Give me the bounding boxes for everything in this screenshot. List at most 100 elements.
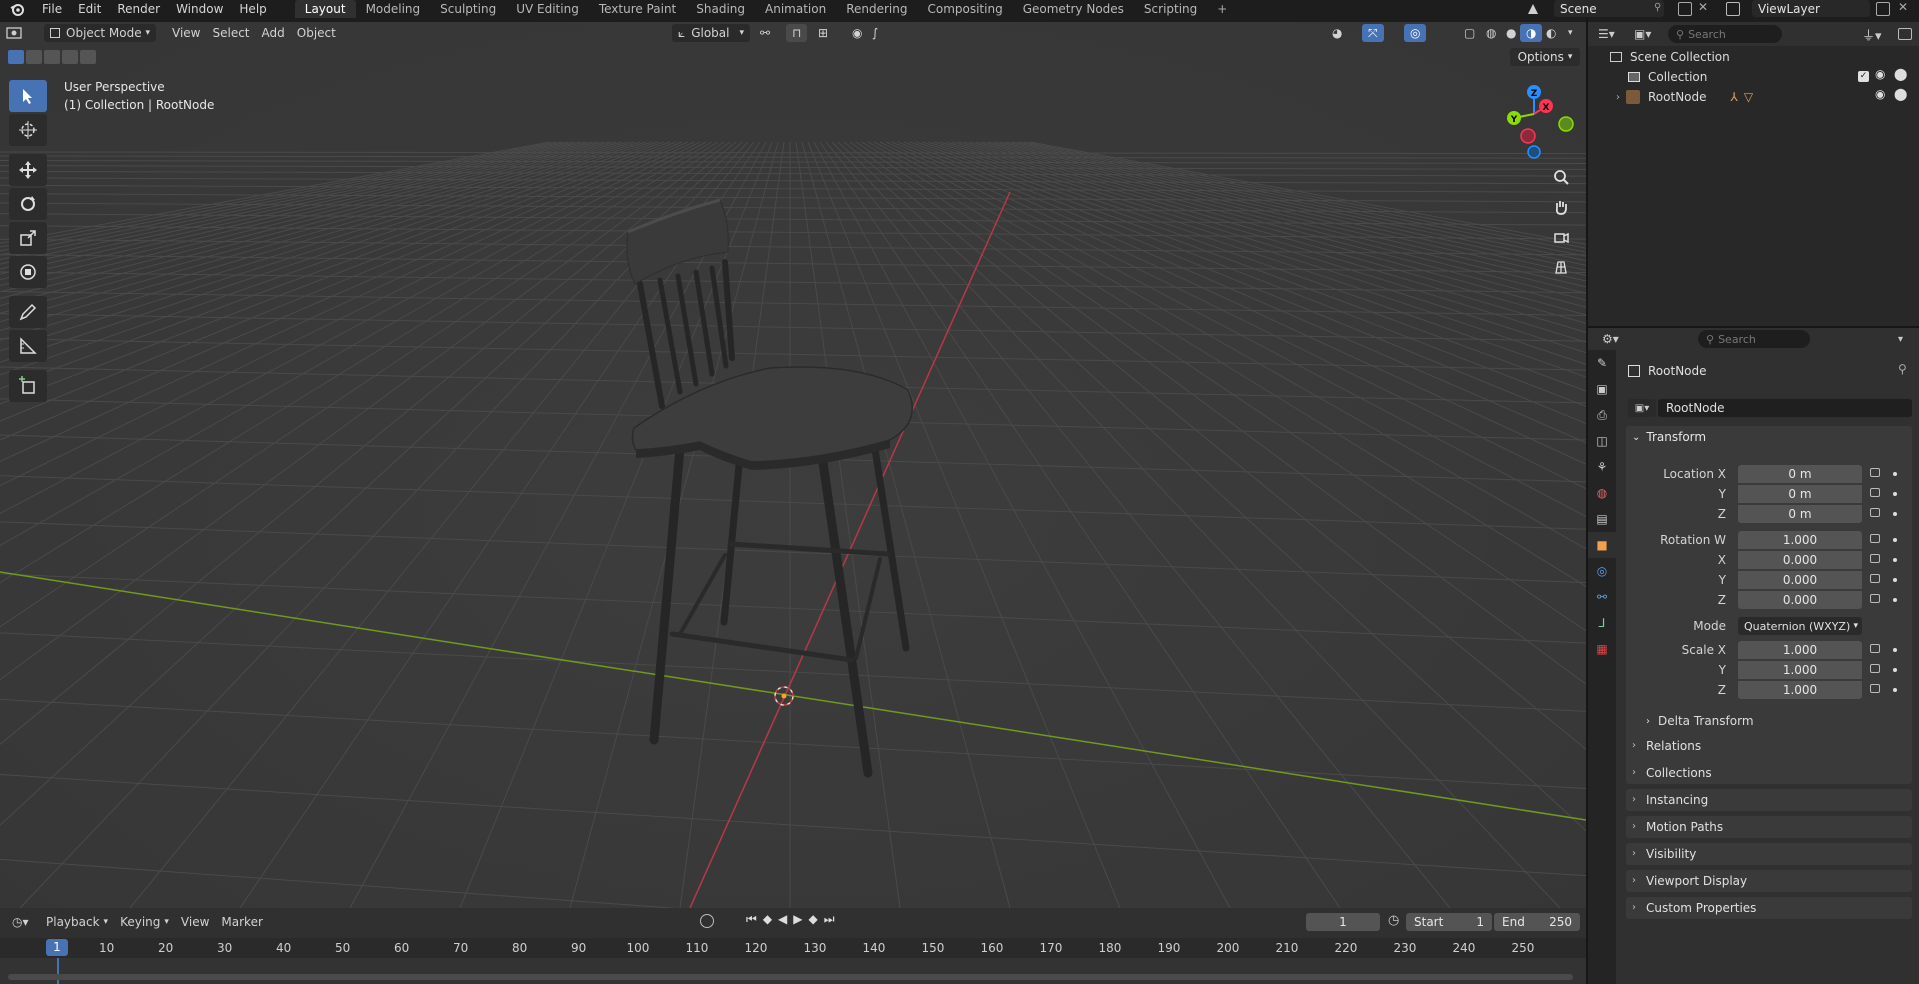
texture-tab-icon[interactable]: ▦ [1588, 636, 1616, 662]
collection-render-icon[interactable]: ⬤ [1894, 67, 1907, 81]
menu-edit[interactable]: Edit [70, 0, 109, 18]
tool-tab-icon[interactable]: ✎ [1588, 350, 1616, 376]
transform-orientation-selector[interactable]: ⟀ Global ▾ [672, 24, 750, 42]
navigation-gizmo[interactable]: Z X Y [1490, 80, 1580, 160]
rootnode-render-icon[interactable]: ⬤ [1894, 87, 1907, 101]
collection-checkbox[interactable]: ✓ [1858, 71, 1869, 82]
lock-icon[interactable] [1870, 508, 1880, 517]
delete-view-layer-icon[interactable]: ✕ [1898, 0, 1908, 14]
keyframe-dot-icon[interactable] [1893, 512, 1897, 516]
location-y-field[interactable]: 0 m [1738, 485, 1862, 503]
area-divider-horizontal[interactable] [1588, 326, 1919, 328]
physics-tab-icon[interactable]: ◎ [1588, 558, 1616, 584]
rotation-w-field[interactable]: 1.000 [1738, 531, 1862, 549]
snap-target-icon[interactable]: ⊞ [812, 23, 834, 43]
scale-z-field[interactable]: 1.000 [1738, 681, 1862, 699]
transform-tool[interactable] [9, 256, 47, 288]
lock-icon[interactable] [1870, 488, 1880, 497]
filter-icon[interactable]: ⏚▾ [1862, 25, 1882, 44]
object-tab-icon[interactable]: ■ [1588, 532, 1616, 558]
tab-modeling[interactable]: Modeling [356, 0, 431, 18]
outliner-row-rootnode[interactable]: › RootNode ⅄ ▽ [1616, 88, 1753, 106]
rotation-z-field[interactable]: 0.000 [1738, 591, 1862, 609]
data-tab-icon[interactable]: ⅃ [1588, 610, 1616, 636]
overlay-toggle-icon[interactable]: ◎ [1404, 24, 1427, 42]
panel-viewport-display[interactable]: › Viewport Display [1626, 870, 1912, 892]
gizmo-toggle-icon[interactable]: ⤧ [1362, 24, 1384, 42]
add-workspace-button[interactable]: + [1207, 0, 1237, 18]
jump-end-icon[interactable]: ⏭ [824, 912, 835, 927]
menu-window[interactable]: Window [168, 0, 231, 18]
auto-keying-icon[interactable] [700, 914, 714, 928]
preview-range-icon[interactable]: ◷ [1388, 913, 1399, 928]
3d-viewport[interactable]: Object Mode ▾ View Select Add Object ⟀ G… [0, 22, 1586, 908]
scene-selector[interactable]: Scene [1554, 0, 1664, 17]
jump-prev-keyframe-icon[interactable]: ◆ [763, 912, 772, 927]
area-divider-vertical[interactable] [1586, 18, 1588, 984]
xray-icon[interactable]: ▢ [1458, 23, 1481, 43]
properties-editor-type-icon[interactable]: ⚙▾ [1602, 332, 1619, 346]
menu-playback[interactable]: Playback ▾ [40, 912, 114, 932]
blender-logo-icon[interactable] [0, 0, 34, 18]
world-tab-icon[interactable]: ◍ [1588, 480, 1616, 506]
new-view-layer-icon[interactable] [1876, 2, 1890, 16]
keyframe-dot-icon[interactable] [1893, 598, 1897, 602]
measure-tool[interactable] [9, 330, 47, 362]
scene-icon[interactable] [1526, 2, 1540, 16]
tab-animation[interactable]: Animation [755, 0, 836, 18]
tab-shading[interactable]: Shading [686, 0, 755, 18]
location-x-field[interactable]: 0 m [1738, 465, 1862, 483]
transform-panel-header[interactable]: ⌄ Transform [1626, 426, 1912, 448]
keyframe-dot-icon[interactable] [1893, 472, 1897, 476]
view-layer-selector[interactable]: ViewLayer [1752, 0, 1870, 17]
menu-help[interactable]: Help [231, 0, 274, 18]
jump-next-keyframe-icon[interactable]: ◆ [809, 912, 818, 927]
editor-type-icon[interactable] [0, 23, 40, 43]
menu-timeline-view[interactable]: View [175, 912, 215, 932]
menu-render[interactable]: Render [109, 0, 168, 18]
select-extend-icon[interactable] [26, 50, 42, 64]
end-frame-field[interactable]: End 250 [1494, 913, 1580, 931]
start-frame-field[interactable]: Start 1 [1406, 913, 1492, 931]
menu-add[interactable]: Add [256, 23, 291, 43]
new-scene-icon[interactable] [1678, 2, 1692, 16]
collection-tab-icon[interactable]: ▤ [1588, 506, 1616, 532]
panel-instancing[interactable]: › Instancing [1626, 789, 1912, 811]
select-box-tool[interactable] [9, 80, 47, 112]
keyframe-dot-icon[interactable] [1893, 492, 1897, 496]
tab-compositing[interactable]: Compositing [917, 0, 1012, 18]
shading-options-icon[interactable]: ▾ [1562, 23, 1579, 43]
menu-object[interactable]: Object [291, 23, 342, 43]
lock-icon[interactable] [1870, 468, 1880, 477]
annotate-tool[interactable] [9, 296, 47, 328]
outliner-search-field[interactable]: ⚲ Search [1668, 25, 1782, 43]
properties-search-field[interactable]: ⚲ Search [1698, 330, 1810, 348]
camera-view-icon[interactable] [1546, 222, 1576, 252]
panel-relations[interactable]: › Relations [1626, 735, 1912, 757]
view-layer-icon[interactable] [1726, 2, 1740, 16]
frame-ruler[interactable]: 1 10 20 30 40 50 60 70 80 90 100 110 120 130 140 150 16… [0, 938, 1586, 958]
lock-icon[interactable] [1870, 594, 1880, 603]
lock-icon[interactable] [1870, 684, 1880, 693]
menu-file[interactable]: File [34, 0, 70, 18]
tab-texture-paint[interactable]: Texture Paint [589, 0, 686, 18]
object-name-field[interactable]: RootNode [1658, 399, 1912, 417]
object-type-selector[interactable]: ▣▾ [1628, 399, 1656, 417]
rotation-x-field[interactable]: 0.000 [1738, 551, 1862, 569]
timeline-track[interactable] [0, 958, 1586, 984]
menu-marker[interactable]: Marker [215, 912, 268, 932]
collection-visibility-icon[interactable]: ◉ [1875, 67, 1885, 81]
tab-geometry-nodes[interactable]: Geometry Nodes [1013, 0, 1134, 18]
add-cube-tool[interactable] [9, 370, 47, 402]
perspective-toggle-icon[interactable] [1546, 252, 1576, 282]
keyframe-dot-icon[interactable] [1893, 648, 1897, 652]
panel-collections[interactable]: › Collections [1626, 762, 1912, 784]
options-button[interactable]: Options ▾ [1510, 48, 1580, 66]
lock-icon[interactable] [1870, 644, 1880, 653]
rotate-tool[interactable] [9, 188, 47, 220]
move-tool[interactable] [9, 154, 47, 186]
location-z-field[interactable]: 0 m [1738, 505, 1862, 523]
rendered-shading-icon[interactable]: ◐ [1540, 23, 1562, 43]
select-subtract-icon[interactable] [44, 50, 60, 64]
visibility-icon[interactable]: ◕ [1326, 23, 1348, 43]
